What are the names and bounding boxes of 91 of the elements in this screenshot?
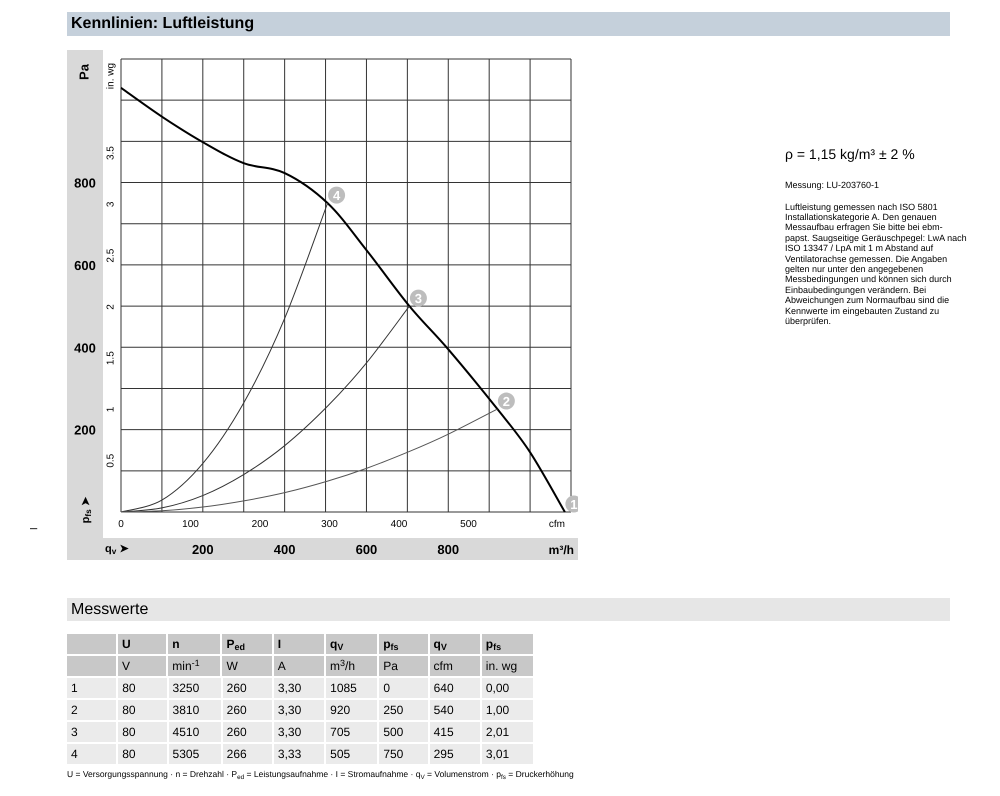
table-cell-text: 540 bbox=[434, 702, 454, 719]
unit-label: Pa bbox=[383, 658, 398, 675]
column-header: P$_{ed}$ bbox=[226, 636, 245, 653]
table-cell-text: 705 bbox=[330, 724, 350, 741]
table-cell-text: 3,01 bbox=[486, 746, 510, 763]
table-header-cell bbox=[67, 656, 116, 676]
table-cell-text: 0,00 bbox=[486, 680, 510, 697]
unit-label: in. wg bbox=[486, 658, 518, 675]
column-header: n bbox=[172, 636, 180, 653]
measurement-id: Messung: LU-203760-1 bbox=[785, 179, 880, 192]
x-axis-symbol: q$_{v}$ ➤ bbox=[105, 542, 130, 558]
secondary-x-tick: 500 bbox=[460, 519, 477, 530]
secondary-x-tick: 300 bbox=[321, 519, 338, 530]
legend-text: U = Versorgungsspannung · n = Drehzahl · P$_{ed}$ = Leistungsaufnahme · I = Stromaufnahme · q$_{V}$ = Volumenstrom · p$_{fs}$ = Druckerhöhung bbox=[67, 768, 575, 781]
table-cell-text: 80 bbox=[122, 702, 136, 719]
operating-point-marker: 2 bbox=[498, 392, 515, 410]
unit-label: A bbox=[278, 658, 286, 675]
column-header: p$_{fs}$ bbox=[383, 636, 399, 653]
secondary-y-tick: 1 bbox=[106, 406, 117, 412]
table-cell-text: 1,00 bbox=[486, 702, 510, 719]
table-cell-text: 0 bbox=[383, 680, 390, 697]
secondary-y-tick: 3.5 bbox=[106, 146, 117, 160]
table-cell-text: 260 bbox=[226, 702, 247, 719]
table-cell-text: 4510 bbox=[172, 724, 200, 741]
column-header: I bbox=[278, 636, 282, 653]
operating-point-marker: 4 bbox=[328, 186, 346, 204]
section-title: Messwerte bbox=[71, 600, 148, 620]
secondary-x-tick: 0 bbox=[118, 519, 124, 530]
secondary-x-tick: 100 bbox=[182, 519, 199, 530]
table-cell-text: 3,33 bbox=[278, 746, 302, 763]
table-cell-text: 500 bbox=[383, 724, 404, 741]
y-tick-label: 200 bbox=[74, 422, 96, 438]
column-header: p$_{fs}$ bbox=[486, 636, 502, 653]
secondary-y-tick: 3 bbox=[106, 202, 117, 208]
secondary-y-label: in. wg bbox=[106, 62, 117, 90]
column-header: U bbox=[122, 636, 131, 653]
table-cell-text: 640 bbox=[434, 680, 454, 697]
unit-label: m$^{3}$/h bbox=[330, 657, 356, 675]
secondary-y-tick: 1.5 bbox=[106, 351, 117, 366]
table-cell-text: 1 bbox=[71, 680, 78, 697]
table-cell-text: 260 bbox=[226, 724, 247, 741]
description-text: Luftleistung gemessen nach ISO 5801 Installationskategorie A. Den genauen Messaufbau erfragen Sie bitte bei ebm-papst. Saugseitige Geräuschpegel: LwA nach ISO 13347 / LpA mit 1 m Abstand auf Ventilatorachse gemessen. Die Angaben gelten nur unter den angegebenen Messbedingungen und können sich durch Einbaubedingungen verändern. Bei Abweichungen zum Normaufbau sind die Kennwerte im eingebauten Zustand zu überprüfen. bbox=[785, 202, 967, 326]
y-axis-label: Pa bbox=[76, 64, 92, 80]
unit-label: V bbox=[122, 658, 130, 675]
table-cell-text: 3250 bbox=[172, 680, 200, 697]
density-text: ρ = 1,15 kg/m³ ± 2 % bbox=[785, 145, 916, 164]
x-axis-label: m³/h bbox=[548, 543, 574, 557]
unit-label: W bbox=[226, 658, 238, 675]
table-cell-text: 920 bbox=[330, 702, 350, 719]
y-tick-label: 600 bbox=[74, 258, 96, 273]
x-tick-label: 400 bbox=[274, 542, 296, 557]
table-cell-text: 1085 bbox=[330, 680, 357, 697]
table-cell-text: 505 bbox=[330, 746, 350, 763]
table-cell-text: 3,30 bbox=[278, 724, 302, 741]
y-tick-label: 800 bbox=[74, 176, 96, 191]
section-title: Kennlinien: Luftleistung bbox=[71, 14, 254, 34]
operating-point-marker: 3 bbox=[410, 290, 427, 307]
table-cell-text: 415 bbox=[434, 724, 454, 741]
unit-label: cfm bbox=[434, 658, 453, 675]
table-cell-text: 250 bbox=[383, 702, 404, 719]
y-tick-label: 400 bbox=[74, 340, 96, 356]
x-tick-label: 600 bbox=[356, 542, 378, 557]
table-cell-text: 3810 bbox=[172, 702, 200, 719]
table-cell-text: 260 bbox=[226, 680, 247, 697]
x-tick-label: 800 bbox=[437, 542, 460, 557]
x-tick-label: 200 bbox=[192, 542, 214, 557]
table-cell-text: 266 bbox=[226, 746, 247, 763]
unit-label: min$^{-1}$ bbox=[172, 657, 200, 675]
secondary-y-tick: 2.5 bbox=[106, 248, 117, 263]
column-header: q$_{V}$ bbox=[330, 636, 344, 653]
side-mark: – bbox=[30, 519, 38, 537]
table-cell-text: 750 bbox=[383, 746, 404, 763]
table-cell-text: 3,30 bbox=[278, 680, 302, 697]
table-header-cell bbox=[67, 634, 116, 654]
table-cell-text: 5305 bbox=[172, 746, 200, 763]
table-cell-text: 4 bbox=[71, 746, 78, 763]
table-cell-text: 80 bbox=[122, 724, 136, 741]
secondary-y-tick: 2 bbox=[106, 304, 117, 310]
secondary-y-tick: 0.5 bbox=[106, 454, 117, 468]
table-cell-text: 80 bbox=[122, 680, 136, 697]
table-cell-text: 2,01 bbox=[486, 724, 510, 741]
table-cell-text: 3,30 bbox=[278, 702, 302, 719]
secondary-x-label: cfm bbox=[548, 519, 565, 530]
secondary-x-tick: 200 bbox=[252, 519, 268, 530]
table-cell-text: 3 bbox=[71, 724, 78, 741]
column-header: q$_{V}$ bbox=[434, 636, 447, 653]
secondary-x-tick: 400 bbox=[390, 519, 408, 530]
table-cell-text: 80 bbox=[122, 746, 136, 763]
table-cell-text: 295 bbox=[434, 746, 454, 763]
table-cell-text: 2 bbox=[71, 702, 78, 719]
operating-point-marker: 1 bbox=[565, 496, 578, 512]
